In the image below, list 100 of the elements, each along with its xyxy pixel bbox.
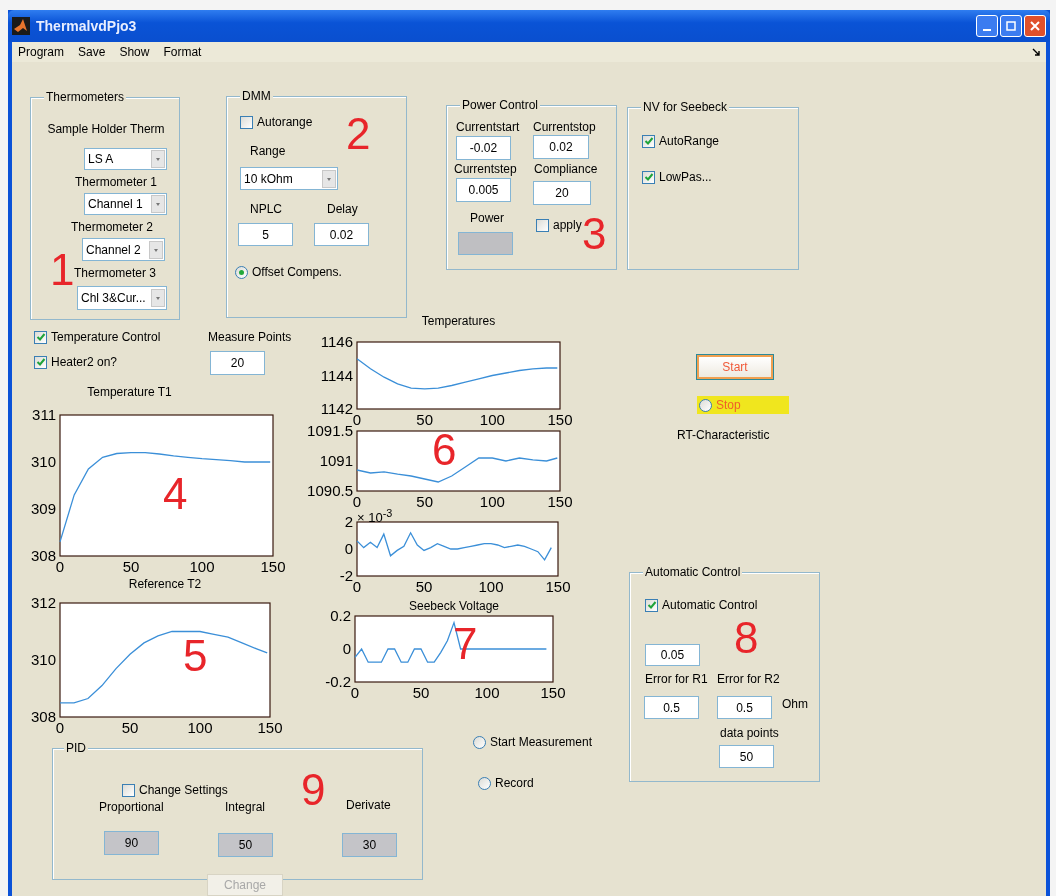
menu-item[interactable]: Show <box>119 45 150 59</box>
option-checkbox[interactable]: LowPas... <box>642 170 712 184</box>
temperature-control-checkbox[interactable]: Temperature Control <box>34 330 161 344</box>
field-label: Currentstop <box>533 120 596 134</box>
app-icon <box>12 17 30 35</box>
input-field[interactable]: 0.005 <box>456 178 511 202</box>
input-field[interactable]: 20 <box>210 351 265 375</box>
power-indicator <box>458 232 513 255</box>
dropdown[interactable]: 10 kOhm <box>240 167 338 190</box>
tick-label: 150 <box>547 493 573 510</box>
tick-label: 0 <box>352 578 362 595</box>
input-field[interactable]: 0.05 <box>645 644 700 666</box>
caret-icon <box>322 169 336 188</box>
input-field[interactable]: 5 <box>238 223 293 246</box>
tick-label: 1142 <box>320 400 353 417</box>
change-settings-checkbox[interactable]: Change Settings <box>122 783 228 797</box>
tick-label: 0 <box>352 493 362 510</box>
chart-title: Seebeck Voltage <box>408 599 500 613</box>
field-label: data points <box>720 726 779 740</box>
start-measurement-radio[interactable]: Start Measurement <box>473 735 593 749</box>
input-field[interactable]: 0.02 <box>314 223 369 246</box>
annotation-number: 4 <box>163 472 188 516</box>
tick-label: 50 <box>416 493 433 510</box>
input-field[interactable]: 0.02 <box>533 135 589 159</box>
field-label: Thermometer 2 <box>70 220 154 234</box>
input-field[interactable]: 0.5 <box>644 696 699 719</box>
caret-icon <box>151 195 165 213</box>
dropdown[interactable]: LS A <box>84 148 167 170</box>
dropdown[interactable]: Channel 1 <box>84 193 167 215</box>
annotation-number: 2 <box>346 112 371 156</box>
tick-label: -2 <box>339 567 353 584</box>
field-label: Sample Holder Therm <box>46 122 166 136</box>
tick-label: 150 <box>257 719 283 736</box>
chart-title: Reference T2 <box>128 577 202 591</box>
maximize-button[interactable] <box>1000 15 1022 37</box>
panel-title: Thermometers <box>44 90 127 104</box>
window-title: ThermalvdPjo3 <box>36 18 137 34</box>
annotation-number: 3 <box>582 212 607 256</box>
input-field[interactable]: 50 <box>719 745 774 768</box>
field-label: Delay <box>327 202 358 216</box>
apply-checkbox[interactable]: apply <box>536 218 582 232</box>
minimize-button[interactable] <box>976 15 998 37</box>
tick-label: 150 <box>540 684 566 701</box>
tick-label: 50 <box>121 719 139 736</box>
caret-icon <box>151 289 165 307</box>
chart-title: Temperature T1 <box>87 385 172 399</box>
dock-arrow-icon[interactable] <box>1032 48 1040 56</box>
autorange-checkbox[interactable]: Autorange <box>240 115 313 129</box>
tick-label: 0 <box>55 558 65 575</box>
tick-label: 309 <box>30 500 56 517</box>
tick-label: 312 <box>30 594 56 611</box>
tick-label: 2 <box>344 513 353 530</box>
field-label: Range <box>250 144 286 158</box>
offset-radio[interactable]: Offset Compens. <box>235 265 342 279</box>
input-field[interactable]: 50 <box>218 833 273 857</box>
input-field[interactable]: 90 <box>104 831 159 855</box>
annotation-number: 6 <box>432 428 457 472</box>
close-button[interactable] <box>1024 15 1046 37</box>
field-label: Currentstart <box>456 120 520 134</box>
menu-item[interactable]: Format <box>163 45 202 59</box>
input-field[interactable]: 20 <box>533 181 591 205</box>
field-label: Power <box>470 211 504 225</box>
axis-exponent: × 10$^{-3}$ <box>357 507 393 526</box>
caret-icon <box>149 240 163 259</box>
dropdown[interactable]: Channel 2 <box>82 238 165 261</box>
panel-title: Automatic Control <box>643 565 743 579</box>
field-label: Proportional <box>99 800 164 814</box>
input-field[interactable]: 0.5 <box>717 696 772 719</box>
checkmark-icon <box>643 172 654 182</box>
tick-label: 0 <box>352 411 362 428</box>
annotation-number: 5 <box>183 634 208 678</box>
field-label: Error for R1 <box>645 672 708 686</box>
field-label: Compliance <box>534 162 598 176</box>
option-checkbox[interactable]: AutoRange <box>642 134 720 148</box>
tick-label: 0 <box>55 719 65 736</box>
field-label: NPLC <box>250 202 282 216</box>
field-label: Integral <box>225 800 266 814</box>
chart-title: Temperatures <box>421 314 496 328</box>
field-label: Derivate <box>346 798 391 812</box>
field-label: Error for R2 <box>717 672 780 686</box>
dropdown[interactable]: Chl 3&Cur... <box>77 286 167 310</box>
heater-checkbox[interactable]: Heater2 on? <box>34 355 118 369</box>
input-field[interactable]: -0.02 <box>456 136 511 160</box>
tick-label: 50 <box>416 411 433 428</box>
tick-label: 100 <box>479 493 505 510</box>
automatic-control-checkbox[interactable]: Automatic Control <box>645 598 758 612</box>
record-radio[interactable]: Record <box>478 776 534 790</box>
tick-label: 308 <box>30 547 56 564</box>
tick-label: 100 <box>478 578 504 595</box>
tick-label: 150 <box>547 411 573 428</box>
field-label: RT-Characteristic <box>677 428 770 442</box>
annotation-number: 9 <box>301 768 326 812</box>
input-field[interactable]: 30 <box>342 833 397 857</box>
menu-item[interactable]: Program <box>18 45 64 59</box>
menu-item[interactable]: Save <box>78 45 106 59</box>
checkmark-icon <box>646 600 657 610</box>
tick-label: 100 <box>187 719 213 736</box>
tick-label: 50 <box>412 684 430 701</box>
tick-label: 311 <box>32 406 56 423</box>
tick-label: 310 <box>30 651 56 668</box>
